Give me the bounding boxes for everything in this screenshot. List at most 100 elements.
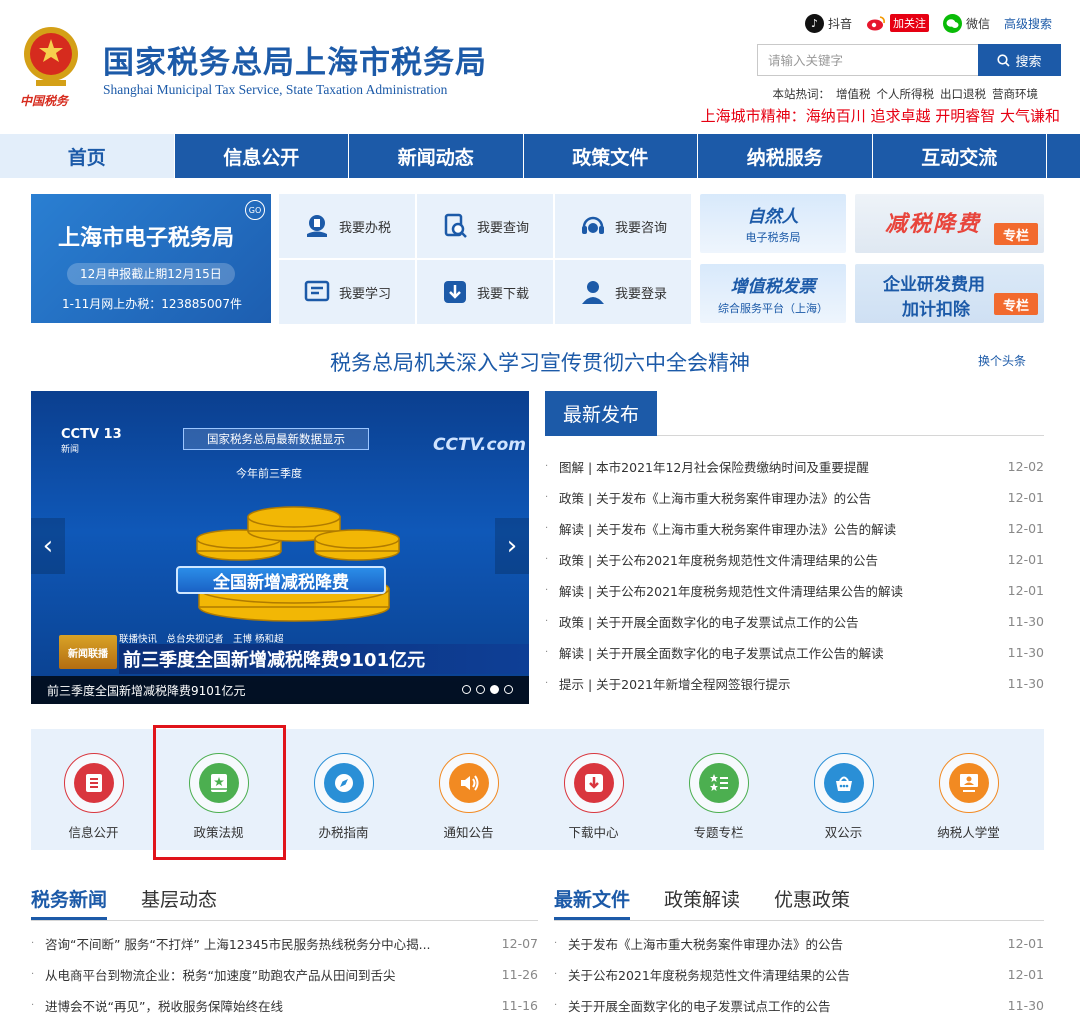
city-spirit-label: 上海城市精神： bbox=[700, 107, 806, 125]
news-item[interactable]: · 关于公布2021年度税务规范性文件清理结果的公告 12-01 bbox=[554, 959, 1044, 990]
tab-latest-release[interactable]: 最新发布 bbox=[545, 391, 657, 436]
national-emblem-logo: 中国税务 bbox=[16, 22, 86, 114]
action-login[interactable]: 我要登录 bbox=[555, 260, 691, 324]
news-item[interactable]: · 政策 | 关于公布2021年度税务规范性文件清理结果的公告 12-01 bbox=[545, 544, 1044, 575]
news-item-title: 解读 | 关于开展全面数字化的电子发票试点工作公告的解读 bbox=[559, 646, 884, 661]
basket-icon bbox=[823, 763, 864, 803]
service-label: 政策法规 bbox=[193, 825, 244, 840]
action-do-tax[interactable]: 我要办税 bbox=[279, 194, 415, 258]
tab-preferential-policy[interactable]: 优惠政策 bbox=[774, 885, 850, 920]
news-item[interactable]: · 解读 | 关于发布《上海市重大税务案件审理办法》公告的解读 12-01 bbox=[545, 513, 1044, 544]
news-item-date: 12-02 bbox=[1007, 459, 1044, 474]
promo-vat-invoice[interactable]: 增值税发票 综合服务平台（上海） bbox=[700, 264, 846, 323]
city-spirit-text: 海纳百川 追求卓越 开明睿智 大气谦和 bbox=[805, 107, 1060, 125]
weibo-follow-label: 加关注 bbox=[889, 14, 929, 32]
nav-tax-service[interactable]: 纳税服务 bbox=[698, 134, 873, 178]
tab-grassroots[interactable]: 基层动态 bbox=[141, 885, 217, 920]
headline[interactable]: 税务总局机关深入学习宣传贯彻六中全会精神 bbox=[0, 347, 1080, 377]
news-item-date: 11-30 bbox=[1007, 676, 1044, 691]
column-tag: 专栏 bbox=[994, 293, 1038, 315]
news-item[interactable]: · 解读 | 关于公布2021年度税务规范性文件清理结果公告的解读 12-01 bbox=[545, 575, 1044, 606]
douyin-link[interactable]: ♪ 抖音 bbox=[804, 13, 852, 33]
tab-policy-interpretation[interactable]: 政策解读 bbox=[664, 885, 740, 920]
site-title: 国家税务总局上海市税务局 bbox=[103, 45, 487, 81]
nav-info-disclosure[interactable]: 信息公开 bbox=[175, 134, 349, 178]
nav-policy-files[interactable]: 政策文件 bbox=[524, 134, 698, 178]
news-item-title: 提示 | 关于2021年新增全程网签银行提示 bbox=[559, 677, 791, 692]
hot-word-link[interactable]: 个人所得税 bbox=[877, 86, 935, 102]
carousel-next-arrow[interactable]: › bbox=[495, 518, 529, 574]
action-query[interactable]: 我要查询 bbox=[417, 194, 553, 258]
douyin-icon: ♪ bbox=[804, 13, 824, 33]
service-item[interactable]: 下载中心 bbox=[531, 729, 656, 850]
service-item[interactable]: 纳税人学堂 bbox=[906, 729, 1031, 850]
news-item[interactable]: · 关于发布《上海市重大税务案件审理办法》的公告 12-01 bbox=[554, 928, 1044, 959]
etax-panel[interactable]: 上海市电子税务局 GO 12月申报截止期12月15日 1-11月网上办税：123… bbox=[31, 194, 271, 323]
service-item[interactable]: 通知公告 bbox=[406, 729, 531, 850]
news-item[interactable]: · 提示 | 关于2021年新增全程网签银行提示 11-30 bbox=[545, 668, 1044, 699]
promo-natural-person[interactable]: 自然人 电子税务局 bbox=[700, 194, 846, 253]
news-carousel[interactable]: CCTV 13 新闻 CCTV.com 国家税务总局最新数据显示 今年前三季度 … bbox=[31, 391, 529, 704]
bullet: · bbox=[554, 1000, 558, 1011]
carousel-caption-text: 前三季度全国新增减税降费9101亿元 bbox=[47, 683, 246, 698]
tab-tax-news[interactable]: 税务新闻 bbox=[31, 885, 108, 920]
news-item[interactable]: · 政策 | 关于开展全面数字化的电子发票试点工作的公告 11-30 bbox=[545, 606, 1044, 637]
news-strip-title: 前三季度全国新增减税降费9101亿元 bbox=[119, 644, 529, 674]
action-consult[interactable]: 我要咨询 bbox=[555, 194, 691, 258]
nav-interaction[interactable]: 互动交流 bbox=[873, 134, 1047, 178]
carousel-dot[interactable] bbox=[490, 685, 499, 694]
news-item[interactable]: · 图解 | 本市2021年12月社会保险费缴纳时间及重要提醒 12-02 bbox=[545, 451, 1044, 482]
service-icon-ring bbox=[813, 753, 874, 813]
bullet: · bbox=[545, 492, 549, 503]
news-item[interactable]: · 咨询“不间断” 服务“不打烊” 上海12345市民服务热线税务分中心揭... 1… bbox=[31, 928, 538, 959]
emblem-slogan: 中国税务 bbox=[20, 94, 69, 108]
tab-latest-files[interactable]: 最新文件 bbox=[554, 885, 631, 920]
carousel-dot[interactable] bbox=[504, 685, 513, 694]
hot-word-link[interactable]: 出口退税 bbox=[940, 86, 986, 102]
carousel-dot[interactable] bbox=[476, 685, 485, 694]
weibo-follow-link[interactable]: 加关注 bbox=[866, 14, 929, 32]
search-button[interactable]: 搜索 bbox=[978, 44, 1061, 76]
etax-count: 1-11月网上办税：123885007件 bbox=[62, 297, 242, 311]
classroom-icon bbox=[948, 763, 989, 803]
nav-news[interactable]: 新闻动态 bbox=[349, 134, 524, 178]
change-headline-link[interactable]: 换个头条 bbox=[978, 352, 1026, 369]
cctv-channel-logo: CCTV 13 新闻 bbox=[61, 427, 122, 455]
action-learn[interactable]: 我要学习 bbox=[279, 260, 415, 324]
news-item[interactable]: · 进博会不说“再见”，税收服务保障始终在线 11-16 bbox=[31, 990, 538, 1021]
promo-tax-cut[interactable]: 减税降费 专栏 bbox=[855, 194, 1044, 253]
document-search-icon bbox=[444, 213, 467, 238]
news-item-date: 11-30 bbox=[1007, 614, 1044, 629]
promo-subtitle: 综合服务平台（上海） bbox=[718, 302, 828, 315]
news-item[interactable]: · 从电商平台到物流企业：税务“加速度”助跑农产品从田间到舌尖 11-26 bbox=[31, 959, 538, 990]
service-item[interactable]: 双公示 bbox=[781, 729, 906, 850]
news-item[interactable]: · 关于开展全面数字化的电子发票试点工作的公告 11-30 bbox=[554, 990, 1044, 1021]
action-label: 我要查询 bbox=[476, 220, 529, 236]
wechat-link[interactable]: 微信 bbox=[942, 13, 990, 33]
carousel-dot[interactable] bbox=[462, 685, 471, 694]
nav-home[interactable]: 首页 bbox=[0, 134, 175, 178]
news-item-title: 关于开展全面数字化的电子发票试点工作的公告 bbox=[568, 999, 831, 1014]
bullet: · bbox=[31, 969, 35, 980]
service-item[interactable]: 信息公开 bbox=[31, 729, 156, 850]
hot-word-link[interactable]: 营商环境 bbox=[992, 86, 1038, 102]
hot-words-label: 本站热词： bbox=[772, 87, 831, 101]
hot-words: 本站热词： 增值税 个人所得税 出口退税 营商环境 bbox=[773, 86, 1039, 102]
action-download[interactable]: 我要下载 bbox=[417, 260, 553, 324]
service-icon-ring bbox=[438, 753, 499, 813]
go-icon[interactable]: GO bbox=[245, 200, 265, 220]
service-label: 纳税人学堂 bbox=[937, 825, 1000, 840]
service-item[interactable]: 专题专栏 bbox=[656, 729, 781, 850]
service-item[interactable]: 政策法规 bbox=[156, 729, 281, 850]
news-item-title: 政策 | 关于发布《上海市重大税务案件审理办法》的公告 bbox=[559, 491, 872, 506]
news-item[interactable]: · 解读 | 关于开展全面数字化的电子发票试点工作公告的解读 11-30 bbox=[545, 637, 1044, 668]
advanced-search-link[interactable]: 高级搜索 bbox=[1004, 15, 1052, 32]
bullet: · bbox=[545, 647, 549, 658]
hot-word-link[interactable]: 增值税 bbox=[836, 86, 871, 102]
carousel-prev-arrow[interactable]: ‹ bbox=[31, 518, 65, 574]
service-item[interactable]: 办税指南 bbox=[281, 729, 406, 850]
news-item-title: 解读 | 关于公布2021年度税务规范性文件清理结果公告的解读 bbox=[559, 584, 903, 599]
promo-rd-deduction[interactable]: 企业研发费用 加计扣除 专栏 bbox=[855, 264, 1044, 323]
news-item[interactable]: · 政策 | 关于发布《上海市重大税务案件审理办法》的公告 12-01 bbox=[545, 482, 1044, 513]
search-input[interactable] bbox=[757, 44, 979, 76]
